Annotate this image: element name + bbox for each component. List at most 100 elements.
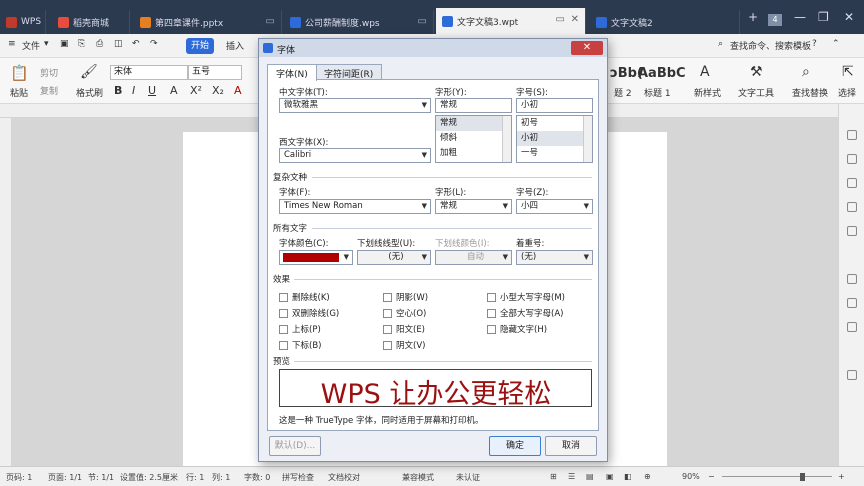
copy-button[interactable]: 复制 — [40, 84, 58, 97]
checkbox-box[interactable] — [487, 324, 496, 334]
sidebar-tool-icon[interactable] — [847, 202, 857, 212]
preview-icon[interactable]: ◫ — [114, 39, 123, 49]
close-tab-icon[interactable]: ✕ — [571, 14, 579, 25]
dialog-title-bar[interactable]: 字体 ✕ — [259, 39, 607, 57]
search-icon[interactable]: ⌕ — [718, 39, 723, 49]
checkbox-box[interactable] — [279, 292, 288, 302]
print-icon[interactable]: ⎙ — [96, 39, 103, 49]
tab-docer-store[interactable]: 稻壳商城 — [52, 10, 130, 34]
checkbox-box[interactable] — [383, 292, 392, 302]
spell-check[interactable]: 拼写检查 — [282, 472, 314, 483]
sidebar-tool-icon[interactable] — [847, 178, 857, 188]
format-painter-button[interactable]: 格式刷 — [76, 86, 103, 99]
outline-checkbox[interactable]: 空心(O) — [383, 307, 426, 319]
strike-checkbox[interactable]: 删除线(K) — [279, 291, 330, 303]
tab-font[interactable]: 字体(N) — [267, 64, 317, 81]
west-font-select[interactable]: Calibri ▼ — [279, 148, 431, 163]
checkbox-box[interactable] — [279, 324, 288, 334]
size-input[interactable]: 小初 — [516, 98, 593, 113]
size-list[interactable]: 初号 小初 一号 — [516, 115, 593, 163]
list-item[interactable]: 小初 — [517, 131, 592, 146]
checkbox-box[interactable] — [383, 324, 392, 334]
sidebar-tool-icon[interactable] — [847, 322, 857, 332]
list-item[interactable]: 常规 — [436, 116, 511, 131]
view-mode-icon[interactable]: ▤ — [586, 472, 594, 481]
hidden-checkbox[interactable]: 隐藏文字(H) — [487, 323, 547, 335]
find-replace-icon[interactable]: ⌕ — [802, 64, 810, 80]
zoom-level[interactable]: 90% — [682, 472, 700, 481]
sidebar-tool-icon[interactable] — [847, 298, 857, 308]
undo-icon[interactable]: ↶ — [132, 39, 140, 49]
select-button[interactable]: 选择 — [838, 86, 856, 99]
sidebar-tool-icon[interactable] — [847, 154, 857, 164]
list-item[interactable]: 一号 — [517, 146, 592, 161]
sidebar-tool-icon[interactable] — [847, 226, 857, 236]
command-search[interactable]: 查找命令、搜索模板 — [730, 39, 811, 52]
sidebar-tool-icon[interactable] — [847, 274, 857, 284]
vertical-ruler[interactable] — [0, 118, 12, 466]
font-color-select[interactable]: ▼ — [279, 250, 353, 265]
tab-count-badge[interactable]: 4 — [768, 14, 782, 26]
sidebar-tool-icon[interactable] — [847, 370, 857, 380]
help-icon[interactable]: ? — [812, 39, 817, 49]
subscript-icon[interactable]: X₂ — [212, 84, 224, 97]
cut-button[interactable]: 剪切 — [40, 66, 58, 79]
select-icon[interactable]: ⇱ — [842, 64, 854, 80]
window-close-icon[interactable]: ✕ — [844, 10, 854, 24]
list-scrollbar[interactable] — [583, 116, 592, 162]
ok-button[interactable]: 确定 — [489, 436, 541, 456]
checkbox-box[interactable] — [487, 292, 496, 302]
list-scrollbar[interactable] — [502, 116, 511, 162]
status-words[interactable]: 字数: 0 — [244, 472, 270, 483]
new-style-icon[interactable]: A — [700, 64, 710, 80]
text-tools-button[interactable]: 文字工具 — [738, 86, 774, 99]
add-tab-button[interactable]: + — [748, 10, 758, 24]
tab-char-spacing[interactable]: 字符间距(R) — [315, 64, 383, 80]
tab-wps-file[interactable]: 公司薪酬制度.wps ▭ — [284, 10, 434, 34]
tab-ppt-file[interactable]: 第四章课件.pptx ▭ — [134, 10, 282, 34]
dialog-close-button[interactable]: ✕ — [571, 41, 603, 55]
view-mode-icon[interactable]: ◧ — [624, 472, 632, 481]
style-list[interactable]: 常规 倾斜 加粗 — [435, 115, 512, 163]
text-tools-icon[interactable]: ⚒ — [750, 64, 763, 80]
engrave-checkbox[interactable]: 阴文(V) — [383, 339, 425, 351]
all-caps-checkbox[interactable]: 全部大写字母(A) — [487, 307, 563, 319]
minimize-icon[interactable]: — — [794, 10, 806, 24]
italic-icon[interactable]: I — [132, 84, 135, 97]
menu-start[interactable]: 开始 — [186, 38, 214, 54]
sidebar-tool-icon[interactable] — [847, 130, 857, 140]
small-caps-checkbox[interactable]: 小型大写字母(M) — [487, 291, 565, 303]
emphasis-select[interactable]: (无) ▼ — [516, 250, 593, 265]
complex-size-select[interactable]: 小四 ▼ — [516, 199, 593, 214]
format-painter-icon[interactable]: 🖌 — [80, 64, 98, 80]
emboss-checkbox[interactable]: 阳文(E) — [383, 323, 425, 335]
view-mode-icon[interactable]: ⊞ — [550, 472, 557, 481]
font-size-select[interactable]: 五号 — [188, 65, 242, 80]
redo-icon[interactable]: ↷ — [150, 39, 158, 49]
checkbox-box[interactable] — [383, 340, 392, 350]
underline-icon[interactable]: U — [148, 84, 156, 97]
cn-font-select[interactable]: 微软雅黑 ▼ — [279, 98, 431, 113]
double-strike-checkbox[interactable]: 双删除线(G) — [279, 307, 339, 319]
restore-icon[interactable]: ❐ — [818, 10, 829, 24]
view-mode-icon[interactable]: ☰ — [568, 472, 575, 481]
subscript-checkbox[interactable]: 下标(B) — [279, 339, 321, 351]
bold-icon[interactable]: B — [114, 84, 122, 97]
save-icon[interactable]: ▣ — [60, 39, 69, 49]
underline-select[interactable]: (无) ▼ — [357, 250, 431, 265]
superscript-checkbox[interactable]: 上标(P) — [279, 323, 321, 335]
zoom-out-icon[interactable]: − — [708, 472, 715, 481]
doc-proof[interactable]: 文档校对 — [328, 472, 360, 483]
cert-status[interactable]: 未认证 — [456, 472, 480, 483]
default-button[interactable]: 默认(D)... — [269, 436, 321, 456]
underline-color-select[interactable]: 自动 ▼ — [435, 250, 512, 265]
menu-insert[interactable]: 插入 — [226, 39, 244, 52]
collapse-ribbon-icon[interactable]: ⌃ — [832, 39, 840, 49]
heading1-style-preview[interactable]: AaBbC — [638, 66, 686, 81]
list-item[interactable]: 加粗 — [436, 146, 511, 161]
cancel-button[interactable]: 取消 — [545, 436, 597, 456]
style-input[interactable]: 常规 — [435, 98, 512, 113]
font-name-select[interactable]: 宋体 — [110, 65, 188, 80]
tab-doc2[interactable]: 文字文稿2 — [590, 10, 740, 34]
list-item[interactable]: 倾斜 — [436, 131, 511, 146]
